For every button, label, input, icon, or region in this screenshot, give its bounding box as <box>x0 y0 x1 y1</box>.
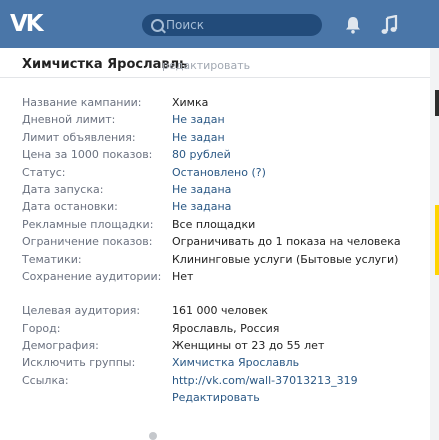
row-campaign-name: Название кампании: Химка <box>22 94 427 111</box>
row-city: Город: Ярославль, Россия <box>22 320 427 337</box>
row-label: Демография: <box>22 339 99 353</box>
row-start-date: Дата запуска: Не задана <box>22 181 427 198</box>
row-label: Сохранение аудитории: <box>22 269 162 283</box>
status-value: Остановлено (?) <box>172 164 266 181</box>
row-excluded-groups: Исключить группы: Химчистка Ярославль <box>22 354 427 371</box>
vk-logo[interactable]: VK <box>10 12 44 36</box>
row-impression-limit: Ограничение показов: Ограничивать до 1 п… <box>22 233 427 250</box>
row-label: Рекламные площадки: <box>22 217 154 231</box>
search-icon <box>151 19 164 32</box>
row-value: Все площадки <box>172 217 256 231</box>
row-status: Статус: Остановлено (?) <box>22 164 427 181</box>
row-label: Исключить группы: <box>22 356 136 370</box>
row-label: Дата остановки: <box>22 200 118 214</box>
row-value: Ярославль, Россия <box>172 321 280 335</box>
row-price: Цена за 1000 показов: 80 рублей <box>22 146 427 163</box>
row-target-audience: Целевая аудитория: 161 000 человек <box>22 302 427 319</box>
row-label: Ссылка: <box>22 373 69 387</box>
row-label: Город: <box>22 321 61 335</box>
row-audience-saving: Сохранение аудитории: Нет <box>22 268 427 285</box>
excluded-group-link[interactable]: Химчистка Ярославль <box>172 354 299 371</box>
row-label: Дневной лимит: <box>22 113 116 127</box>
row-value: Женщины от 23 до 55 лет <box>172 339 325 353</box>
top-bar: VK <box>0 0 439 48</box>
daily-limit-link[interactable]: Не задан <box>172 111 225 128</box>
edge-highlight <box>435 205 439 275</box>
row-value: Нет <box>172 269 194 283</box>
price-link[interactable]: 80 рублей <box>172 146 231 163</box>
row-edit: Редактировать <box>22 389 427 406</box>
stop-date-link[interactable]: Не задана <box>172 198 231 215</box>
row-label: Ограничение показов: <box>22 235 153 249</box>
row-daily-limit: Дневной лимит: Не задан <box>22 111 427 128</box>
row-topics: Тематики: Клининговые услуги (Бытовые ус… <box>22 251 427 268</box>
row-demography: Демография: Женщины от 23 до 55 лет <box>22 337 427 354</box>
row-label: Статус: <box>22 165 66 179</box>
campaign-card: Химчистка Ярославль редактировать Назван… <box>0 48 430 440</box>
ad-limit-link[interactable]: Не задан <box>172 129 225 146</box>
row-link: Ссылка: http://vk.com/wall-37013213_319 <box>22 372 427 389</box>
row-ad-limit: Лимит объявления: Не задан <box>22 129 427 146</box>
music-icon[interactable] <box>380 15 398 35</box>
row-label: Цена за 1000 показов: <box>22 148 153 162</box>
campaign-details: Название кампании: Химка Дневной лимит: … <box>22 94 427 407</box>
edit-title-link[interactable]: редактировать <box>162 59 250 73</box>
bell-icon[interactable] <box>345 16 361 34</box>
row-value: 161 000 человек <box>172 304 268 318</box>
divider <box>0 77 430 78</box>
row-label: Целевая аудитория: <box>22 304 141 318</box>
row-label: Название кампании: <box>22 96 142 109</box>
row-value: Ограничивать до 1 показа на человека <box>172 235 401 249</box>
row-label: Лимит объявления: <box>22 130 136 144</box>
row-stop-date: Дата остановки: Не задана <box>22 198 427 215</box>
status-help-icon[interactable]: (?) <box>251 166 265 179</box>
start-date-link[interactable]: Не задана <box>172 181 231 198</box>
search-box[interactable] <box>142 14 322 36</box>
row-value: Клининговые услуги (Бытовые услуги) <box>172 252 399 266</box>
row-label: Дата запуска: <box>22 182 104 196</box>
status-link[interactable]: Остановлено <box>172 166 248 179</box>
post-link[interactable]: http://vk.com/wall-37013213_319 <box>172 372 358 389</box>
scroll-dot <box>149 432 157 440</box>
row-value: Химка <box>172 96 209 109</box>
row-placements: Рекламные площадки: Все площадки <box>22 216 427 233</box>
row-label: Тематики: <box>22 252 82 266</box>
edit-campaign-link[interactable]: Редактировать <box>172 389 260 406</box>
edge-marker <box>435 90 439 116</box>
search-input[interactable] <box>166 17 306 33</box>
